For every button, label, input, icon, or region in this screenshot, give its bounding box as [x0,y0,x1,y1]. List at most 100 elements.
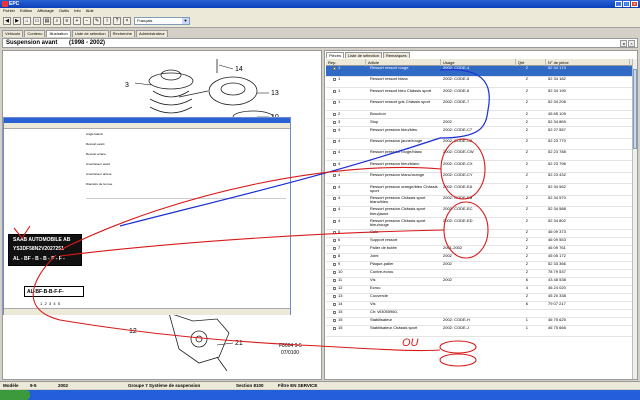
search-button[interactable]: ⌕ [53,17,61,25]
table-row[interactable]: 1 Ressort ressort blanc 2002: CODE-5 2 52 34… [326,77,634,89]
list-button[interactable]: ≡ [63,17,71,25]
row-checkbox[interactable] [333,78,336,82]
table-row[interactable]: 5 Cale 2 46 09 373 [326,230,634,238]
table-row[interactable]: 1 Ressort ressort rouge 2002: CODE-4 2 52 34… [326,66,634,77]
table-row[interactable]: 14 Vis 6 79 07 217 [326,302,634,310]
col-article[interactable]: Article [366,59,441,66]
help-button[interactable]: ? [113,17,121,25]
row-checkbox[interactable] [333,140,336,143]
row-checkbox[interactable] [333,303,336,307]
table-row[interactable]: 4 Ressort pression blanc/orange 2002: CODE… [326,173,634,185]
row-checkbox[interactable] [333,279,336,283]
table-row[interactable]: 4 Ressort pression Châssis sport blanc/bl… [326,196,634,207]
maximize-button[interactable]: □ [623,1,630,7]
table-row[interactable]: 15 Stabilisateur 2002: CODE-H 1 46 75 625 [326,318,634,326]
tab-administrateur[interactable]: Administrateur [135,30,168,37]
row-checkbox[interactable] [333,271,336,275]
row-checkbox[interactable] [333,319,336,323]
row-checkbox[interactable] [333,162,336,166]
row-checkbox[interactable] [333,197,336,200]
col-part-number[interactable]: N° de pièce [546,59,630,66]
row-checkbox[interactable] [333,101,336,105]
col-usage[interactable]: Usage [441,59,516,66]
zoom-in-button[interactable]: + [73,17,81,25]
row-part-number: 52 34 208 [548,100,566,105]
row-checkbox[interactable] [333,128,336,132]
tab-liste-selection[interactable]: Liste de sélection [71,30,109,37]
tab-illustration[interactable]: Illustration [46,30,71,37]
tab-liste-selection-parts[interactable]: Liste de sélection [345,52,382,58]
exit-button[interactable]: × [123,17,131,25]
table-row[interactable]: 15 Stabilisateur Châssis sport 2002: CODE-… [326,326,634,338]
row-checkbox[interactable] [333,255,336,259]
row-checkbox[interactable] [333,208,336,212]
row-checkbox[interactable] [333,219,336,223]
table-row[interactable]: 11 Vis 2002 6 43 48 538 [326,278,634,286]
row-rep: 9 [338,262,341,267]
row-qte: 2 [525,100,528,105]
table-row[interactable]: 6 Support ressort 2 46 09 553 [326,238,634,246]
row-checkbox[interactable] [333,287,336,291]
table-row[interactable]: 12 Ecrou 4 46 24 020 [326,286,634,294]
table-row[interactable]: 13 Couvercle 2 45 20 338 [326,294,634,302]
table-row[interactable]: 4 Ressort pression bleu/bleu 2002: CODE-C7… [326,128,634,139]
info-button[interactable]: i [103,17,111,25]
header-nav-button[interactable]: ◂ [620,40,627,47]
close-button[interactable]: × [631,1,638,7]
col-rep[interactable]: Rep. [326,59,366,66]
tab-pieces[interactable]: Pièces [326,52,345,58]
row-part-number: 45 65 109 [548,111,566,116]
table-row[interactable]: 4 Ressort pression bleu/blanc 2002: CODE-C… [326,162,634,173]
table-row[interactable]: 9 Plaque-palier 2002 2 52 33 366 [326,262,634,270]
table-row[interactable]: 15 Ch: W3055960- [326,310,634,318]
row-checkbox[interactable] [333,112,336,116]
table-row[interactable]: 7 Palier de butée 2001-2002 2 46 09 761 [326,246,634,254]
table-row[interactable]: 1 Ressort ressort bleu Châssis sport 2002:… [326,89,634,100]
forward-button[interactable]: ▶ [13,17,21,25]
table-row[interactable]: 4 Ressort pression rouge/blanc 2002: CODE-… [326,150,634,162]
row-checkbox[interactable] [333,120,336,124]
row-checkbox[interactable] [333,311,336,315]
table-row[interactable]: 10 Contre-écrou 2 78 79 537 [326,270,634,278]
status-section: Section 8100 [236,383,264,388]
table-row[interactable]: 4 Ressort pression jaune/rouge 2002: CODE-… [326,139,634,150]
row-checkbox[interactable] [333,247,336,251]
language-select[interactable]: Français ▼ [134,17,190,25]
row-checkbox[interactable] [333,231,336,235]
tab-contenu[interactable]: Contenu [24,30,46,37]
row-checkbox[interactable] [333,239,336,243]
table-row[interactable]: 4 Ressort pression Châssis sport bleu/rou… [326,219,634,230]
row-checkbox[interactable] [333,151,336,155]
table-row[interactable]: 2 Bouchon 2 45 65 109 [326,112,634,120]
row-rep: 4 [338,150,341,155]
row-checkbox[interactable] [333,263,336,267]
table-row[interactable]: 1 Ressort ressort gris Châssis sport 2002:… [326,100,634,112]
col-qte[interactable]: Qté [516,59,546,66]
start-button[interactable] [0,390,30,400]
scrollbar-thumb[interactable] [633,69,637,149]
table-row[interactable]: 4 Ressort pression Châssis sport bleu/jau… [326,207,634,219]
header-close-button[interactable]: × [628,40,635,47]
inner-window-toolbar [4,123,290,129]
tab-vehicule[interactable]: Véhicule [2,30,24,37]
tab-recherche[interactable]: Recherche [109,30,135,37]
row-part-number: 79 07 217 [548,302,566,307]
table-scrollbar[interactable] [632,59,637,379]
zoom-out-button[interactable]: − [83,17,91,25]
tab-remarques[interactable]: Remarques [382,52,410,58]
table-row[interactable]: 3 Stop 2002 2 52 34 869 [326,120,634,128]
row-checkbox[interactable] [333,89,336,93]
row-checkbox[interactable] [333,185,336,189]
table-row[interactable]: 4 Ressort pression orange/bleu Châssis sp… [326,185,634,196]
row-checkbox[interactable] [333,295,336,299]
row-checkbox[interactable] [333,67,336,70]
minimize-button[interactable]: _ [615,1,622,7]
car-button[interactable]: ▭ [33,17,41,25]
back-button[interactable]: ◀ [3,17,11,25]
print-button[interactable]: ▤ [43,17,51,25]
table-row[interactable]: 8 Joint 2002 2 45 05 172 [326,254,634,262]
row-checkbox[interactable] [333,174,336,178]
note-button[interactable]: ✎ [93,17,101,25]
row-checkbox[interactable] [333,327,336,331]
home-button[interactable]: ⌂ [23,17,31,25]
